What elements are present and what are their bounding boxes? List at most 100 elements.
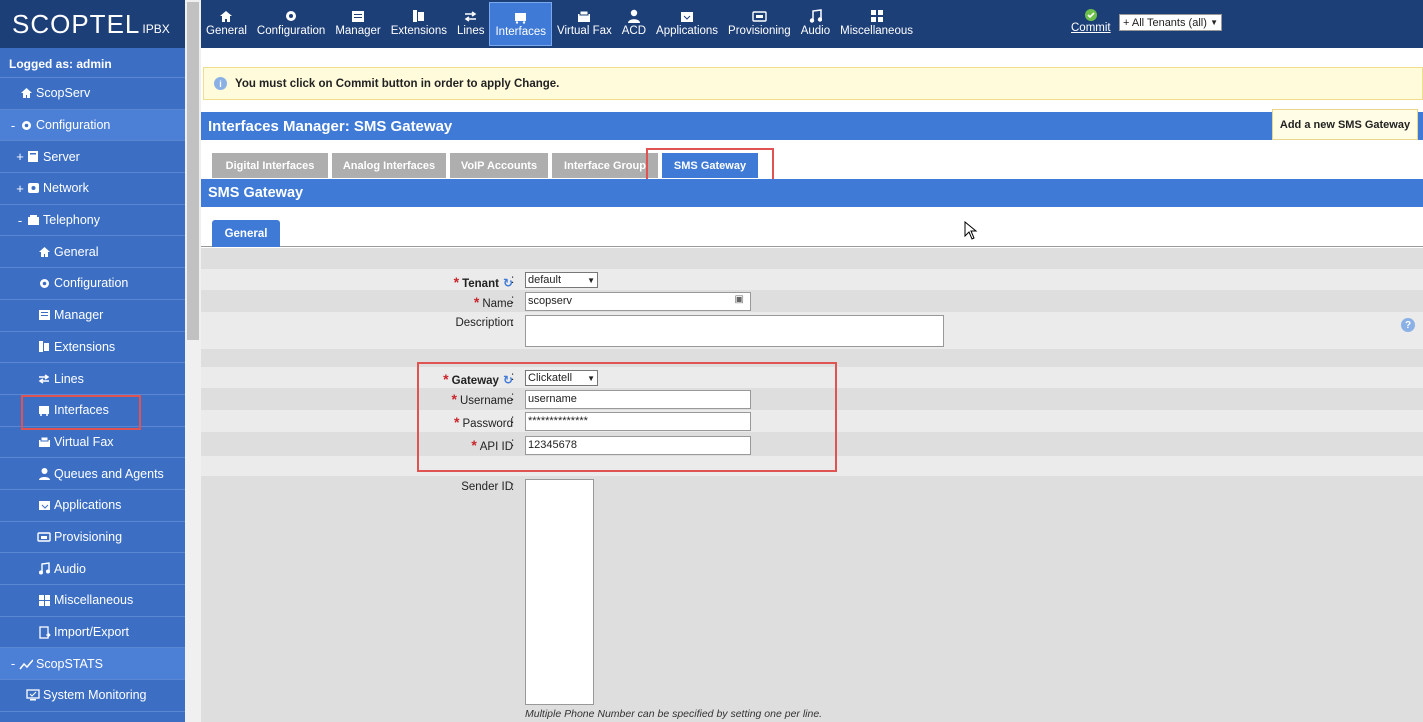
home-icon: [19, 86, 33, 100]
commit-button[interactable]: Commit: [1071, 8, 1111, 34]
fax-icon: [37, 435, 51, 449]
tenant-value: default: [528, 274, 562, 286]
logged-as: Logged as: admin: [0, 48, 185, 78]
sidebar-item-miscellaneous[interactable]: Miscellaneous: [0, 585, 185, 617]
commit-notice: i You must click on Commit button in ord…: [203, 67, 1423, 100]
info-icon: i: [214, 77, 227, 90]
tenant-select[interactable]: default ▼: [525, 272, 598, 288]
colon: :: [511, 274, 515, 286]
topnav-miscellaneous-button[interactable]: Miscellaneous: [835, 2, 918, 46]
topnav-label: Lines: [456, 25, 485, 37]
sidebar-item-label: Virtual Fax: [54, 434, 114, 449]
telephony-icon: [26, 213, 40, 227]
sidebar-item-queues-and-agents[interactable]: Queues and Agents: [0, 458, 185, 490]
topnav-provisioning-button[interactable]: Provisioning: [723, 2, 796, 46]
chevron-down-icon: ▼: [587, 275, 595, 285]
misc-icon: [870, 8, 884, 24]
gear-icon: [37, 276, 51, 290]
colon: :: [511, 317, 515, 329]
sidebar-item-virtual-fax[interactable]: Virtual Fax: [0, 427, 185, 459]
name-row: * Name : scopserv ▣: [201, 290, 1423, 312]
agent-icon: [37, 467, 51, 481]
top-navigation: General Configuration Manager Extensions Lin…: [201, 0, 1423, 48]
sidebar-item-provisioning[interactable]: Provisioning: [0, 522, 185, 554]
sidebar-item-applications[interactable]: Applications: [0, 490, 185, 522]
sidebar-item-label: Applications: [54, 498, 122, 513]
topnav-virtual-fax-button[interactable]: Virtual Fax: [552, 2, 617, 46]
home-icon: [219, 8, 233, 24]
contact-card-icon[interactable]: ▣: [735, 294, 744, 305]
tab-voip-accounts[interactable]: VoIP Accounts: [450, 153, 548, 178]
sidebar-item-configuration[interactable]: Configuration: [0, 268, 185, 300]
sidebar-item-manager[interactable]: Manager: [0, 300, 185, 332]
sidebar-item-extensions[interactable]: Extensions: [0, 332, 185, 364]
highlight-credentials: [417, 362, 837, 472]
interface-tabs: Digital Interfaces Analog Interfaces VoI…: [201, 140, 1423, 178]
provisioning-icon: [37, 530, 51, 544]
topnav-audio-button[interactable]: Audio: [796, 2, 835, 46]
sidebar-item-label: Queues and Agents: [54, 466, 164, 481]
expand-toggle-icon[interactable]: +: [14, 149, 26, 164]
agent-icon: [627, 8, 641, 24]
description-textarea[interactable]: [525, 315, 944, 347]
colon: :: [511, 481, 515, 493]
topnav-label: ACD: [621, 25, 647, 37]
sidebar-item-lines[interactable]: Lines: [0, 363, 185, 395]
form-spacer: [201, 248, 1423, 269]
sms-gateway-form: * Tenant ↻ : default ▼ * Name : scopserv ▣ De…: [201, 248, 1423, 722]
sidebar-item-scopstats[interactable]: - ScopSTATS: [0, 648, 185, 681]
extensions-icon: [412, 8, 425, 24]
gear-icon: [19, 118, 33, 132]
sidebar-item-server[interactable]: + Server: [0, 141, 185, 174]
topnav-label: Manager: [335, 25, 381, 37]
name-input[interactable]: scopserv ▣: [525, 292, 751, 311]
sidebar-item-import-export[interactable]: Import/Export: [0, 617, 185, 649]
sender-id-textarea[interactable]: [525, 479, 594, 705]
tab-interface-group[interactable]: Interface Group: [552, 153, 658, 178]
topnav-extensions-button[interactable]: Extensions: [386, 2, 452, 46]
subtab-general[interactable]: General: [212, 220, 280, 247]
sidebar-item-label: Lines: [54, 371, 84, 386]
sidebar-item-system-monitoring[interactable]: System Monitoring: [0, 680, 185, 712]
tenant-filter-select[interactable]: + All Tenants (all) ▼: [1119, 14, 1222, 31]
sidebar-item-scopserv[interactable]: ScopServ: [0, 78, 185, 110]
topnav-general-button[interactable]: General: [201, 2, 252, 46]
interfaces-icon: [513, 9, 528, 25]
topnav-configuration-button[interactable]: Configuration: [252, 2, 330, 46]
manager-icon: [351, 8, 365, 24]
home-icon: [37, 245, 51, 259]
topnav-label: Audio: [800, 25, 831, 37]
sidebar-scroll-thumb[interactable]: [187, 2, 199, 340]
tab-digital-interfaces[interactable]: Digital Interfaces: [212, 153, 328, 178]
topnav-applications-button[interactable]: Applications: [651, 2, 723, 46]
topnav-label: Provisioning: [728, 25, 791, 37]
tenant-label: * Tenant ↻: [453, 274, 513, 290]
sidebar-item-label: Network: [43, 181, 89, 196]
topnav-acd-button[interactable]: ACD: [617, 2, 651, 46]
sidebar-item-telephony[interactable]: - Telephony: [0, 205, 185, 237]
help-icon[interactable]: ?: [1401, 318, 1415, 332]
add-sms-gateway-button[interactable]: Add a new SMS Gateway: [1272, 109, 1418, 140]
topnav-manager-button[interactable]: Manager: [330, 2, 385, 46]
music-icon: [37, 562, 51, 576]
expand-toggle-icon[interactable]: +: [14, 181, 26, 196]
topnav-lines-button[interactable]: Lines: [452, 2, 490, 46]
sidebar-item-configuration[interactable]: - Configuration: [0, 109, 185, 142]
check-icon: [1084, 9, 1097, 21]
sidebar-item-label: Miscellaneous: [54, 593, 134, 608]
collapse-toggle-icon[interactable]: -: [7, 656, 19, 671]
logo[interactable]: SCOPTEL IPBX: [0, 0, 185, 48]
sidebar-item-label: Configuration: [36, 118, 111, 133]
sidebar-item-label: Import/Export: [54, 625, 130, 640]
topnav-interfaces-button[interactable]: Interfaces: [489, 2, 552, 46]
sender-id-hint: Multiple Phone Number can be specified b…: [525, 708, 823, 720]
sidebar-item-general[interactable]: General: [0, 236, 185, 269]
gear-icon: [284, 8, 298, 24]
collapse-toggle-icon[interactable]: -: [7, 118, 19, 133]
topnav-label: Miscellaneous: [840, 25, 913, 37]
sidebar-item-network[interactable]: + Network: [0, 173, 185, 205]
sidebar: SCOPTEL IPBX Logged as: admin ScopServ - C…: [0, 0, 185, 722]
tab-analog-interfaces[interactable]: Analog Interfaces: [332, 153, 446, 178]
expand-toggle-icon[interactable]: -: [14, 213, 26, 228]
sidebar-item-audio[interactable]: Audio: [0, 553, 185, 585]
